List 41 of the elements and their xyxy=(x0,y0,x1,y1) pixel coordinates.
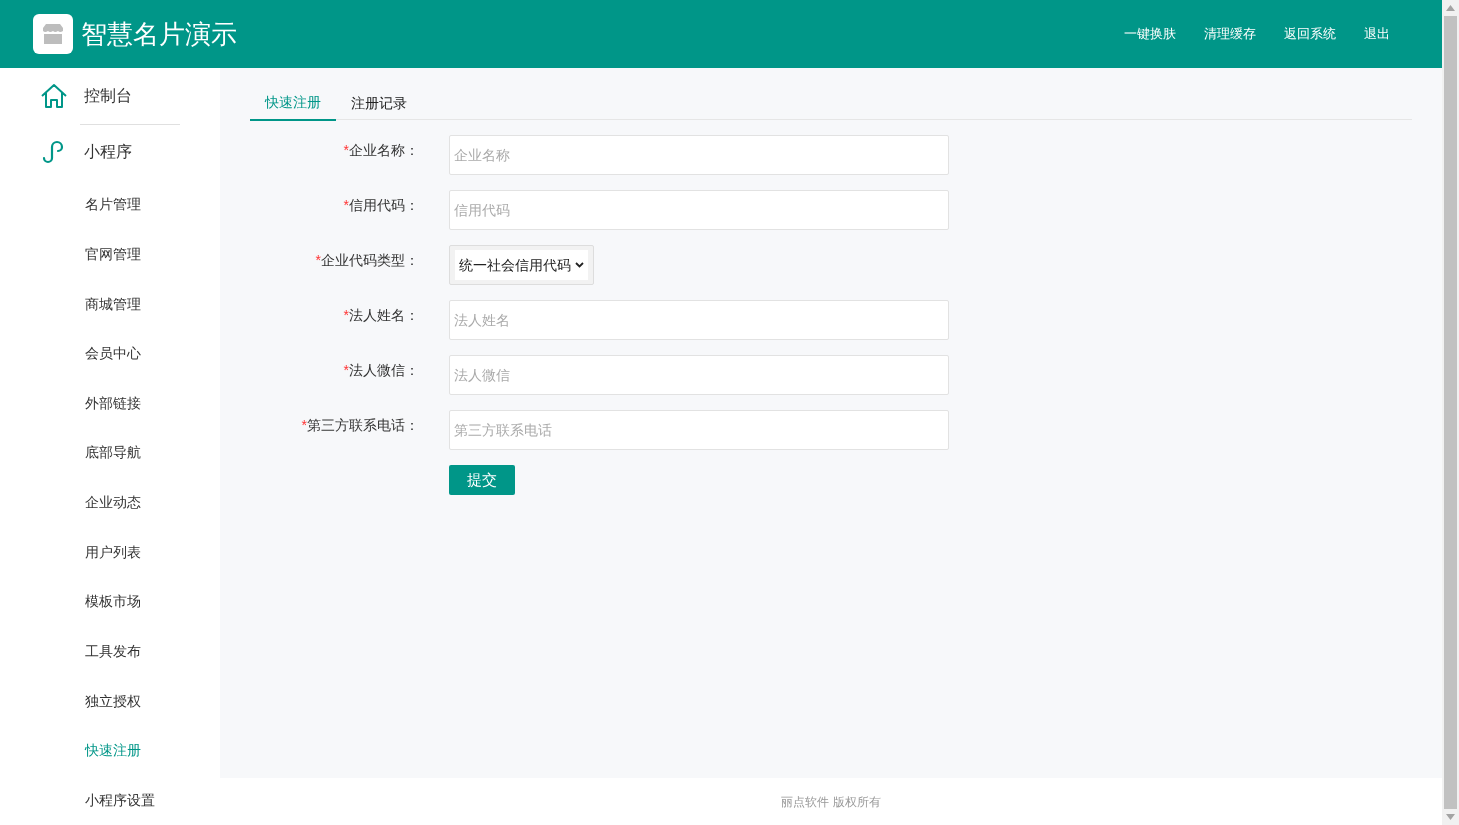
shop-logo-icon xyxy=(33,14,73,54)
sidebar-item[interactable]: 模板市场 xyxy=(0,577,220,627)
sidebar-item[interactable]: 名片管理 xyxy=(0,180,220,230)
input-field[interactable]: 法人微信 xyxy=(449,355,949,395)
input-field[interactable]: 第三方联系电话 xyxy=(449,410,949,450)
tab[interactable]: 注册记录 xyxy=(336,86,422,121)
field-label: *企业名称： xyxy=(342,141,419,160)
sidebar-item[interactable]: 外部链接 xyxy=(0,378,220,429)
sidebar-item[interactable]: 会员中心 xyxy=(0,328,220,379)
copyright-text: 丽点软件 版权所有 xyxy=(781,793,881,811)
field-label: *信用代码： xyxy=(342,196,419,215)
app-title: 智慧名片演示 xyxy=(81,17,237,51)
field-label: *企业代码类型： xyxy=(314,251,419,270)
field-label: *法人微信： xyxy=(342,361,419,380)
tab[interactable]: 快速注册 xyxy=(250,86,336,121)
chevron-down-icon xyxy=(575,262,584,268)
submit-button[interactable]: 提交 xyxy=(449,465,515,495)
header-link[interactable]: 退出 xyxy=(1364,24,1390,44)
sidebar-item[interactable]: 底部导航 xyxy=(0,428,220,478)
sidebar-section[interactable]: 控制台 xyxy=(0,68,220,124)
sidebar-item[interactable]: 企业动态 xyxy=(0,477,220,528)
sidebar-item[interactable]: 小程序设置 xyxy=(0,775,220,825)
sidebar-item[interactable]: 商城管理 xyxy=(0,279,220,329)
input-field[interactable]: 信用代码 xyxy=(449,190,949,230)
sidebar-item[interactable]: 用户列表 xyxy=(0,527,220,577)
header-link[interactable]: 清理缓存 xyxy=(1204,24,1256,44)
scroll-down-icon xyxy=(1446,814,1455,820)
input-field[interactable]: 法人姓名 xyxy=(449,300,949,340)
sidebar-section[interactable]: 小程序 xyxy=(0,124,220,181)
sidebar-item[interactable]: 快速注册 xyxy=(0,725,220,776)
header-link[interactable]: 返回系统 xyxy=(1284,24,1336,44)
input-field[interactable]: 企业名称 xyxy=(449,135,949,175)
home-icon xyxy=(40,82,68,109)
sidebar-item[interactable]: 独立授权 xyxy=(0,676,220,726)
field-label: *第三方联系电话： xyxy=(300,416,419,435)
header-link[interactable]: 一键换肤 xyxy=(1124,24,1176,44)
sidebar-item[interactable]: 官网管理 xyxy=(0,229,220,280)
field-label: *法人姓名： xyxy=(342,306,419,325)
scroll-up-icon xyxy=(1446,5,1455,11)
select-dropdown[interactable]: 统一社会信用代码 xyxy=(449,245,594,285)
sidebar-item[interactable]: 工具发布 xyxy=(0,626,220,677)
